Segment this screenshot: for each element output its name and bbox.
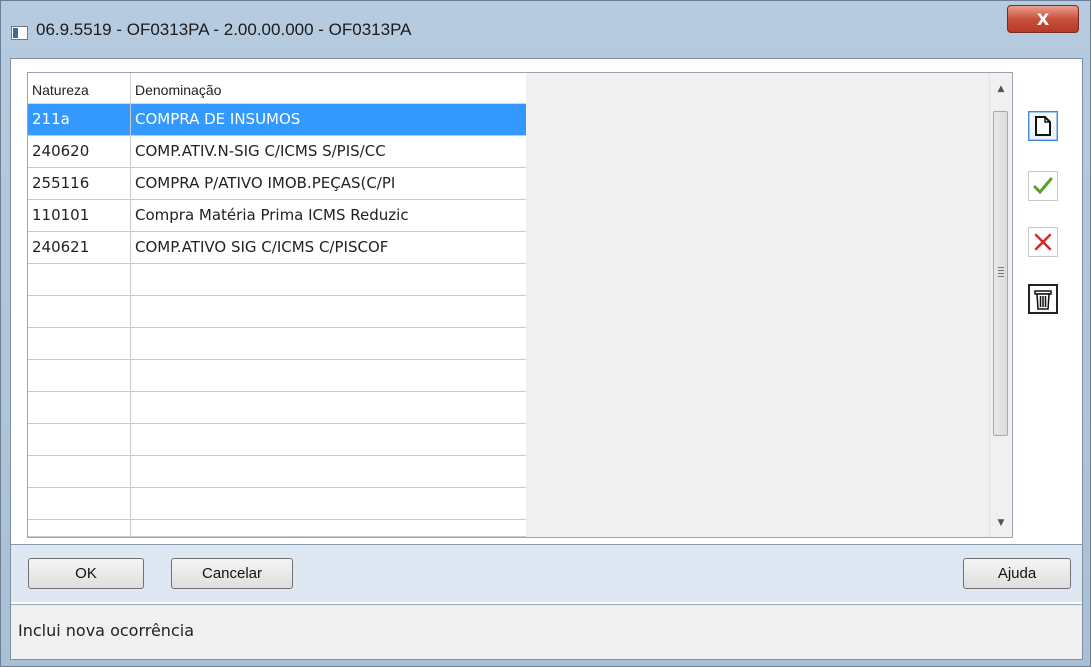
vertical-scrollbar[interactable]: ▲ ▼ [989, 73, 1012, 537]
cell-denominacao: Compra Matéria Prima ICMS Reduzic [135, 206, 409, 224]
empty-cell [28, 456, 131, 487]
empty-cell [28, 296, 131, 327]
new-record-button[interactable] [1028, 111, 1058, 141]
checkmark-icon [1033, 177, 1053, 195]
dialog-window: 06.9.5519 - OF0313PA - 2.00.00.000 - OF0… [0, 0, 1091, 667]
dialog-client-area: Natureza Denominação 211a COMPRA DE INSU… [10, 58, 1083, 660]
new-document-icon [1035, 116, 1051, 136]
cell-natureza: 240620 [28, 136, 131, 167]
cancel-button[interactable]: Cancelar [171, 558, 293, 589]
empty-cell [28, 360, 131, 391]
scroll-down-arrow-icon[interactable]: ▼ [990, 513, 1012, 533]
empty-row[interactable] [28, 328, 526, 360]
confirm-button[interactable] [1028, 171, 1058, 201]
button-bar: OK Cancelar Ajuda [11, 544, 1082, 602]
grid-container: Natureza Denominação 211a COMPRA DE INSU… [27, 72, 1013, 538]
cell-denominacao: COMPRA DE INSUMOS [135, 110, 301, 128]
red-x-icon [1034, 233, 1052, 251]
table-row[interactable]: 240621 COMP.ATIVO SIG C/ICMS C/PISCOF [28, 232, 526, 264]
cell-denominacao: COMPRA P/ATIVO IMOB.PEÇAS(C/PI [135, 174, 396, 192]
cell-natureza: 110101 [28, 200, 131, 231]
empty-row[interactable] [28, 424, 526, 456]
empty-cell [28, 328, 131, 359]
status-text: Inclui nova ocorrência [18, 621, 194, 640]
close-button[interactable]: X [1007, 5, 1079, 33]
empty-cell [28, 264, 131, 295]
natureza-grid[interactable]: Natureza Denominação 211a COMPRA DE INSU… [28, 73, 526, 537]
empty-row[interactable] [28, 488, 526, 520]
title-bar[interactable]: 06.9.5519 - OF0313PA - 2.00.00.000 - OF0… [1, 1, 1090, 59]
empty-row[interactable] [28, 520, 526, 537]
grip-icon [998, 267, 1004, 277]
empty-row[interactable] [28, 296, 526, 328]
empty-cell [28, 392, 131, 423]
empty-row[interactable] [28, 264, 526, 296]
cell-denominacao: COMP.ATIVO SIG C/ICMS C/PISCOF [135, 238, 389, 256]
cell-natureza: 240621 [28, 232, 131, 263]
trash-icon [1034, 290, 1052, 310]
column-header-natureza[interactable]: Natureza [28, 73, 131, 103]
ok-button[interactable]: OK [28, 558, 144, 589]
help-button[interactable]: Ajuda [963, 558, 1071, 589]
empty-row[interactable] [28, 360, 526, 392]
table-row[interactable]: 255116 COMPRA P/ATIVO IMOB.PEÇAS(C/PI [28, 168, 526, 200]
empty-cell [28, 520, 131, 537]
window-title: 06.9.5519 - OF0313PA - 2.00.00.000 - OF0… [36, 20, 412, 39]
cell-natureza: 255116 [28, 168, 131, 199]
table-row[interactable]: 211a COMPRA DE INSUMOS [28, 104, 526, 136]
cell-denominacao: COMP.ATIV.N-SIG C/ICMS S/PIS/CC [135, 142, 386, 160]
status-bar: Inclui nova ocorrência [11, 604, 1082, 659]
empty-row[interactable] [28, 456, 526, 488]
empty-row[interactable] [28, 392, 526, 424]
table-row[interactable]: 110101 Compra Matéria Prima ICMS Reduzic [28, 200, 526, 232]
empty-cell [28, 424, 131, 455]
scroll-thumb[interactable] [993, 111, 1008, 436]
cell-natureza: 211a [28, 104, 131, 135]
grid-header: Natureza Denominação [28, 73, 526, 104]
empty-cell [28, 488, 131, 519]
scroll-up-arrow-icon[interactable]: ▲ [990, 79, 1012, 99]
column-header-denominacao[interactable]: Denominação [131, 73, 526, 103]
table-row[interactable]: 240620 COMP.ATIV.N-SIG C/ICMS S/PIS/CC [28, 136, 526, 168]
app-window-icon [11, 26, 28, 40]
delete-button[interactable] [1028, 284, 1058, 314]
cancel-edit-button[interactable] [1028, 227, 1058, 257]
